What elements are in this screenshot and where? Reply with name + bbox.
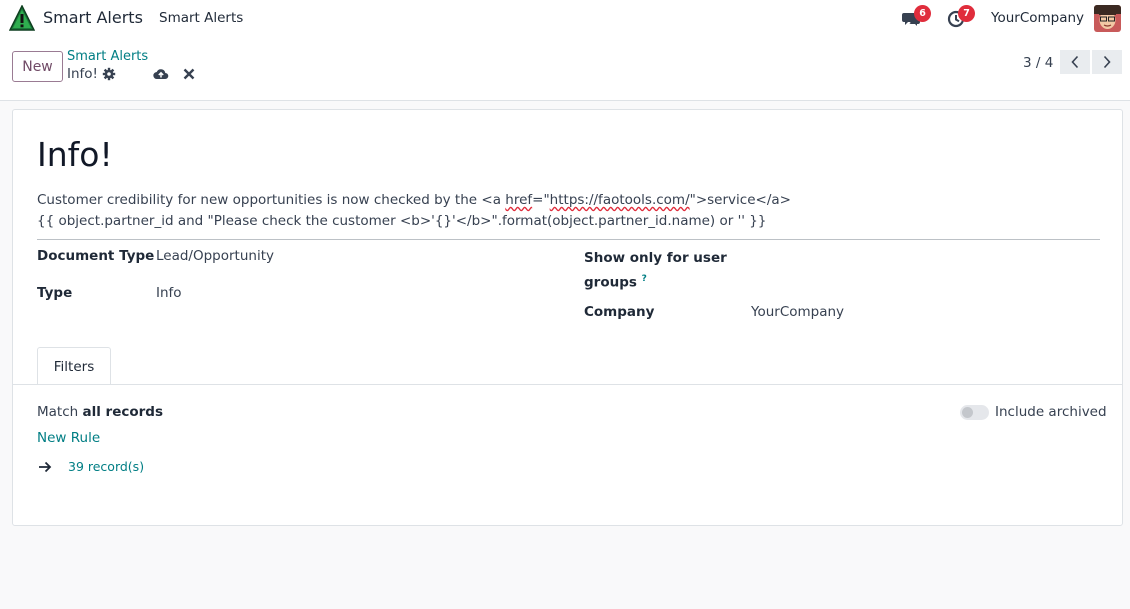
top-navbar: Smart Alerts Smart Alerts 6 7 YourCompan… [0,0,1130,38]
user-groups-label-text: groups [584,274,637,291]
breadcrumb-parent[interactable]: Smart Alerts [67,49,148,64]
type-label: Type [37,285,73,301]
app-name[interactable]: Smart Alerts [43,8,143,27]
title-separator [37,239,1100,240]
match-prefix: Match [37,404,83,420]
description-spell-word: href [505,192,533,208]
include-archived-toggle[interactable] [960,405,989,420]
user-groups-label: Show only for user groups ? [584,248,727,294]
description-line-1: Customer credibility for new opportuniti… [37,190,791,211]
tab-filters[interactable]: Filters [37,347,111,385]
app-logo-icon[interactable] [9,5,35,32]
pager-next-button[interactable] [1092,50,1122,74]
control-panel: New Smart Alerts Info! 3 / 4 [0,38,1130,101]
breadcrumb-current-label: Info! [67,66,98,82]
company-switcher[interactable]: YourCompany [991,10,1084,26]
activities-badge: 7 [958,5,975,22]
form-sheet: Info! Customer credibility for new oppor… [12,109,1123,526]
include-archived-label[interactable]: Include archived [995,404,1107,420]
chevron-right-icon [1103,55,1111,69]
description-spell-url: https://faotools.com/ [549,192,690,208]
user-avatar[interactable] [1094,5,1121,32]
tab-divider [13,384,1122,385]
discard-close-icon[interactable] [181,67,197,81]
messages-badge: 6 [914,5,931,22]
arrow-right-icon [39,461,52,473]
type-field[interactable]: Info [156,285,182,301]
save-cloud-icon[interactable] [153,67,169,81]
document-type-label: Document Type [37,248,155,264]
chevron-left-icon [1071,55,1079,69]
description-text: Customer credibility for new opportuniti… [37,192,506,208]
menu-item-smart-alerts[interactable]: Smart Alerts [159,10,243,26]
company-field[interactable]: YourCompany [751,304,844,320]
description-line-2: {{ object.partner_id and "Please check t… [37,213,767,229]
match-scope-select[interactable]: all records [82,404,163,420]
description-field[interactable]: Customer credibility for new opportuniti… [37,190,791,232]
toggle-knob [962,407,973,418]
document-type-field[interactable]: Lead/Opportunity [156,248,274,264]
matching-records-link[interactable]: 39 record(s) [68,459,144,474]
new-button[interactable]: New [12,51,63,82]
record-title[interactable]: Info! [37,135,113,174]
domain-match-text: Match all records [37,404,163,420]
description-text: ">service</a> [689,192,791,208]
description-text: =" [532,192,550,208]
breadcrumb-current: Info! [67,66,116,82]
user-groups-label-line-1: Show only for user [584,250,727,266]
gear-icon[interactable] [102,67,116,81]
pager-previous-button[interactable] [1060,50,1090,74]
pager-value[interactable]: 3 / 4 [1023,55,1053,71]
company-label: Company [584,304,655,320]
new-rule-link[interactable]: New Rule [37,430,100,446]
user-groups-label-line-2: groups ? [584,269,727,294]
help-tooltip-icon[interactable]: ? [642,274,647,284]
